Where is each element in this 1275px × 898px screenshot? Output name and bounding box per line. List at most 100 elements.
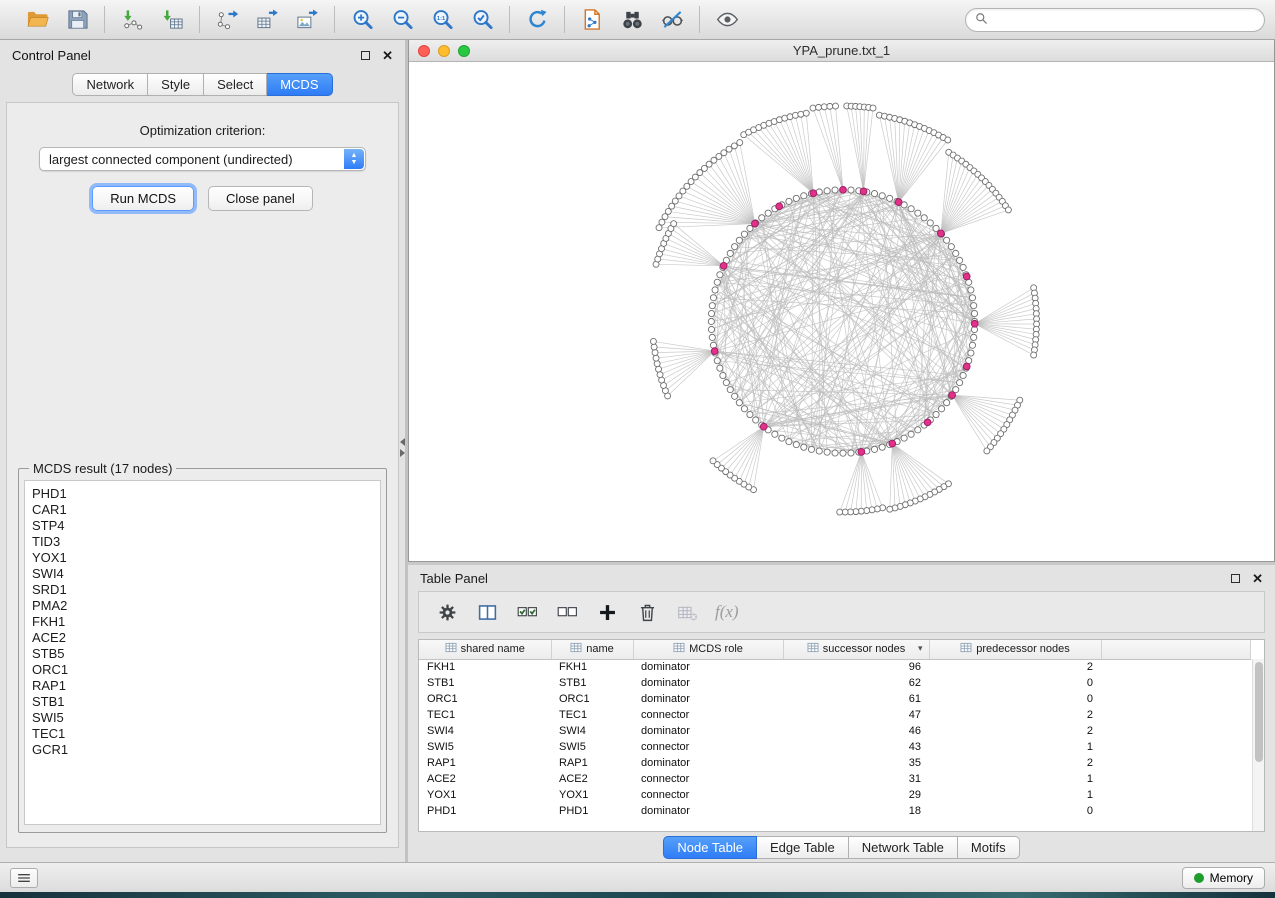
import-table-icon[interactable] <box>154 5 190 35</box>
tab-style[interactable]: Style <box>148 73 204 96</box>
table-cell[interactable]: 1 <box>929 787 1101 803</box>
table-cell[interactable]: connector <box>633 787 783 803</box>
maximize-window-icon[interactable] <box>458 45 470 57</box>
mcds-result-item[interactable]: YOX1 <box>32 550 373 566</box>
table-cell[interactable]: 2 <box>929 707 1101 723</box>
table-cell[interactable]: PHD1 <box>419 803 551 819</box>
network-graph[interactable] <box>409 62 1274 561</box>
float-panel-icon[interactable] <box>361 51 370 60</box>
delete-row-icon[interactable] <box>631 597 663 627</box>
mcds-result-item[interactable]: PMA2 <box>32 598 373 614</box>
table-cell[interactable]: 96 <box>783 659 929 675</box>
table-cell[interactable]: 43 <box>783 739 929 755</box>
tab-edge-table[interactable]: Edge Table <box>757 836 849 859</box>
select-all-icon[interactable] <box>511 597 543 627</box>
zoom-fit-icon[interactable] <box>464 5 500 35</box>
table-row[interactable]: ACE2ACE2connector311 <box>419 771 1251 787</box>
table-cell[interactable]: ORC1 <box>551 691 633 707</box>
export-image-icon[interactable] <box>289 5 325 35</box>
table-cell[interactable]: 1 <box>929 771 1101 787</box>
tab-network[interactable]: Network <box>72 73 148 96</box>
table-cell[interactable]: dominator <box>633 723 783 739</box>
mcds-result-item[interactable]: ORC1 <box>32 662 373 678</box>
table-cell[interactable]: 2 <box>929 723 1101 739</box>
find-network-icon[interactable] <box>614 5 650 35</box>
mcds-result-item[interactable]: RAP1 <box>32 678 373 694</box>
tab-network-table[interactable]: Network Table <box>849 836 958 859</box>
function-builder-icon[interactable]: f(x) <box>711 602 743 622</box>
mcds-result-item[interactable]: TEC1 <box>32 726 373 742</box>
table-cell[interactable]: connector <box>633 739 783 755</box>
table-cell[interactable]: FKH1 <box>551 659 633 675</box>
zoom-actual-icon[interactable]: 1:1 <box>424 5 460 35</box>
column-header-successor-nodes[interactable]: successor nodes▾ <box>783 640 929 659</box>
mcds-result-list[interactable]: PHD1CAR1STP4TID3YOX1SWI4SRD1PMA2FKH1ACE2… <box>24 480 381 825</box>
table-cell[interactable]: dominator <box>633 659 783 675</box>
table-cell[interactable]: SWI5 <box>419 739 551 755</box>
table-row[interactable]: ORC1ORC1dominator610 <box>419 691 1251 707</box>
splitter-collapse-icon[interactable] <box>400 438 405 457</box>
close-panel-button[interactable]: Close panel <box>208 186 313 211</box>
tab-mcds[interactable]: MCDS <box>267 73 332 96</box>
close-table-panel-icon[interactable]: ✕ <box>1252 572 1263 585</box>
search-input[interactable] <box>993 13 1255 27</box>
table-cell[interactable]: STB1 <box>551 675 633 691</box>
share-document-icon[interactable] <box>574 5 610 35</box>
table-cell[interactable]: 61 <box>783 691 929 707</box>
table-row[interactable]: YOX1YOX1connector291 <box>419 787 1251 803</box>
memory-button[interactable]: Memory <box>1182 867 1265 889</box>
export-table-icon[interactable] <box>249 5 285 35</box>
table-cell[interactable]: RAP1 <box>551 755 633 771</box>
tab-select[interactable]: Select <box>204 73 267 96</box>
table-cell[interactable]: 0 <box>929 675 1101 691</box>
table-cell[interactable]: dominator <box>633 675 783 691</box>
table-row[interactable]: SWI5SWI5connector431 <box>419 739 1251 755</box>
network-window-titlebar[interactable]: YPA_prune.txt_1 <box>409 40 1274 62</box>
close-panel-icon[interactable]: ✕ <box>382 49 393 62</box>
tab-motifs[interactable]: Motifs <box>958 836 1020 859</box>
zoom-out-icon[interactable] <box>384 5 420 35</box>
zoom-in-icon[interactable] <box>344 5 380 35</box>
open-session-icon[interactable] <box>19 5 55 35</box>
table-cell[interactable]: dominator <box>633 755 783 771</box>
mcds-result-item[interactable]: SWI5 <box>32 710 373 726</box>
search-box[interactable] <box>965 8 1265 32</box>
hide-details-icon[interactable] <box>654 5 690 35</box>
column-header-predecessor-nodes[interactable]: predecessor nodes <box>929 640 1101 659</box>
deselect-all-icon[interactable] <box>551 597 583 627</box>
mcds-result-item[interactable]: FKH1 <box>32 614 373 630</box>
table-row[interactable]: TEC1TEC1connector472 <box>419 707 1251 723</box>
mcds-result-item[interactable]: STB1 <box>32 694 373 710</box>
export-network-icon[interactable] <box>209 5 245 35</box>
table-cell[interactable]: SWI4 <box>419 723 551 739</box>
mcds-result-item[interactable]: ACE2 <box>32 630 373 646</box>
table-cell[interactable]: YOX1 <box>551 787 633 803</box>
mcds-result-item[interactable]: STP4 <box>32 518 373 534</box>
table-cell[interactable]: RAP1 <box>419 755 551 771</box>
table-cell[interactable]: connector <box>633 771 783 787</box>
table-cell[interactable]: 35 <box>783 755 929 771</box>
mcds-result-item[interactable]: SRD1 <box>32 582 373 598</box>
optimization-criterion-select[interactable]: largest connected component (undirected)… <box>39 147 366 171</box>
column-header-shared-name[interactable]: shared name <box>419 640 551 659</box>
table-row[interactable]: PHD1PHD1dominator180 <box>419 803 1251 819</box>
table-scrollbar[interactable] <box>1252 659 1264 831</box>
tab-node-table[interactable]: Node Table <box>663 836 757 859</box>
run-mcds-button[interactable]: Run MCDS <box>92 186 194 211</box>
mcds-result-item[interactable]: CAR1 <box>32 502 373 518</box>
table-row[interactable]: FKH1FKH1dominator962 <box>419 659 1251 675</box>
table-cell[interactable]: SWI5 <box>551 739 633 755</box>
table-cell[interactable]: STB1 <box>419 675 551 691</box>
table-cell[interactable]: 47 <box>783 707 929 723</box>
mcds-result-item[interactable]: PHD1 <box>32 486 373 502</box>
table-cell[interactable]: ACE2 <box>551 771 633 787</box>
table-cell[interactable]: TEC1 <box>551 707 633 723</box>
table-row[interactable]: STB1STB1dominator620 <box>419 675 1251 691</box>
panel-splitter[interactable] <box>405 40 408 862</box>
table-cell[interactable]: connector <box>633 707 783 723</box>
import-network-icon[interactable] <box>114 5 150 35</box>
table-cell[interactable]: 0 <box>929 803 1101 819</box>
table-cell[interactable]: SWI4 <box>551 723 633 739</box>
column-header-MCDS-role[interactable]: MCDS role <box>633 640 783 659</box>
show-details-icon[interactable] <box>709 5 745 35</box>
